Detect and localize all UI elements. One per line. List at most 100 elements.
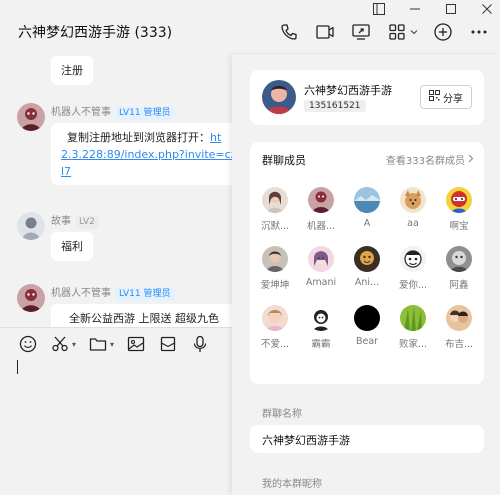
group-name-field[interactable]: 六神梦幻西游手游 bbox=[250, 425, 484, 453]
avatar bbox=[400, 187, 426, 213]
my-nickname-label: 我的本群昵称 bbox=[262, 479, 322, 490]
input-toolbar: ▾ ▾ bbox=[18, 334, 210, 354]
group-avatar[interactable] bbox=[262, 80, 296, 114]
sender-line: 故事 LV2 bbox=[51, 212, 99, 229]
member-item[interactable]: 机器... bbox=[300, 187, 342, 232]
video-icon[interactable] bbox=[314, 22, 336, 42]
avatar bbox=[262, 305, 288, 331]
group-name: 六神梦幻西游手游 bbox=[304, 84, 392, 97]
member-name: 爱你... bbox=[398, 280, 428, 291]
member-name: Amani bbox=[305, 277, 337, 288]
sender-name: 机器人不管事 bbox=[51, 107, 111, 118]
avatar bbox=[400, 305, 426, 331]
avatar bbox=[354, 246, 380, 272]
avatar bbox=[308, 246, 334, 272]
sender-name: 故事 bbox=[51, 216, 71, 227]
chevron-down-icon[interactable]: ▾ bbox=[72, 340, 76, 349]
message-bubble[interactable]: 注册 bbox=[51, 56, 93, 85]
avatar bbox=[446, 305, 472, 331]
message-input-area[interactable]: ▾ ▾ bbox=[0, 327, 232, 495]
scissors-icon[interactable] bbox=[50, 334, 70, 354]
member-name: aa bbox=[407, 218, 419, 229]
chevron-down-icon[interactable] bbox=[410, 22, 418, 42]
role-badge: LV11 管理员 bbox=[115, 107, 175, 120]
member-name: 啊宝 bbox=[449, 221, 469, 232]
member-item[interactable]: 布吉... bbox=[438, 305, 480, 350]
emoji-icon[interactable] bbox=[18, 334, 38, 354]
member-item[interactable]: 败家... bbox=[392, 305, 434, 350]
message-link[interactable]: ht bbox=[210, 131, 221, 144]
member-item[interactable]: aa bbox=[392, 187, 434, 232]
member-item[interactable]: 啊宝 bbox=[438, 187, 480, 232]
member-item[interactable]: 不爱... bbox=[254, 305, 296, 350]
message-link[interactable]: l7 bbox=[61, 165, 71, 178]
share-button[interactable]: 分享 bbox=[420, 85, 472, 109]
message-text: 复制注册地址到浏览器打开： bbox=[67, 131, 210, 144]
avatar bbox=[354, 187, 380, 213]
apps-icon[interactable] bbox=[386, 22, 408, 42]
group-header-card: 六神梦幻西游手游 135161521 分享 bbox=[250, 70, 484, 125]
member-item[interactable]: 沉默... bbox=[254, 187, 296, 232]
text-cursor bbox=[17, 360, 18, 374]
member-item[interactable]: 霸霸 bbox=[300, 305, 342, 350]
message-list[interactable]: 注册 机器人不管事 LV11 管理员 复制注册地址到浏览器打开：ht 2.3.22… bbox=[0, 55, 232, 327]
maximize-icon[interactable] bbox=[444, 2, 458, 16]
qr-code-icon bbox=[429, 90, 440, 104]
message-text: 全新公益西游 上限送 超级九色 bbox=[69, 312, 219, 325]
phone-icon[interactable] bbox=[278, 22, 300, 42]
avatar bbox=[446, 187, 472, 213]
avatar bbox=[262, 187, 288, 213]
member-item[interactable]: Bear bbox=[346, 305, 388, 350]
screen-share-icon[interactable] bbox=[350, 22, 372, 42]
title-bar: 六神梦幻西游手游 (333) bbox=[0, 0, 500, 55]
member-name: 沉默... bbox=[260, 221, 290, 232]
members-card: 群聊成员 查看333名群成员 沉默... 机器... A aa 啊宝 爱坤坤 A… bbox=[250, 142, 484, 384]
member-item[interactable]: Amani bbox=[300, 246, 342, 291]
message-bubble[interactable]: 复制注册地址到浏览器打开：ht 2.3.228:89/index.php?inv… bbox=[51, 123, 232, 185]
view-all-label: 查看333名群成员 bbox=[385, 156, 465, 167]
members-grid: 沉默... 机器... A aa 啊宝 爱坤坤 Amani Ani... 爱你.… bbox=[254, 187, 480, 350]
avatar bbox=[308, 187, 334, 213]
avatar bbox=[446, 246, 472, 272]
view-all-members-link[interactable]: 查看333名群成员 bbox=[386, 152, 474, 167]
more-icon[interactable] bbox=[468, 22, 490, 42]
image-icon[interactable] bbox=[126, 334, 146, 354]
member-name: 布吉... bbox=[444, 339, 474, 350]
sender-line: 机器人不管事 LV11 管理员 bbox=[51, 103, 175, 120]
chevron-down-icon[interactable]: ▾ bbox=[110, 340, 114, 349]
minimize-icon[interactable] bbox=[408, 2, 422, 16]
member-item[interactable]: 阿鑫 bbox=[438, 246, 480, 291]
avatar[interactable] bbox=[17, 284, 45, 312]
group-id: 135161521 bbox=[304, 100, 366, 112]
role-badge: LV11 管理员 bbox=[115, 288, 175, 301]
avatar bbox=[400, 246, 426, 272]
message-bubble[interactable]: 全新公益西游 上限送 超级九色 bbox=[51, 304, 232, 327]
sidebar-toggle-icon[interactable] bbox=[372, 2, 386, 16]
member-name: A bbox=[363, 218, 371, 229]
add-icon[interactable] bbox=[432, 22, 454, 42]
group-name-value: 六神梦幻西游手游 bbox=[262, 434, 350, 447]
avatar bbox=[262, 246, 288, 272]
sender-name: 机器人不管事 bbox=[51, 288, 111, 299]
member-item[interactable]: 爱你... bbox=[392, 246, 434, 291]
member-item[interactable]: 爱坤坤 bbox=[254, 246, 296, 291]
chat-toolbar bbox=[278, 22, 490, 42]
avatar[interactable] bbox=[17, 103, 45, 131]
member-name: Bear bbox=[355, 336, 379, 347]
level-badge: LV2 bbox=[75, 216, 99, 229]
avatar[interactable] bbox=[17, 212, 45, 240]
message-bubble[interactable]: 福利 bbox=[51, 232, 93, 261]
close-icon[interactable] bbox=[480, 2, 494, 16]
group-info-panel: 六神梦幻西游手游 135161521 分享 群聊成员 查看333名群成员 沉默.… bbox=[232, 55, 500, 495]
microphone-icon[interactable] bbox=[190, 334, 210, 354]
member-item[interactable]: A bbox=[346, 187, 388, 232]
members-title: 群聊成员 bbox=[262, 154, 306, 167]
mail-icon[interactable] bbox=[158, 334, 178, 354]
message-link[interactable]: 2.3.228:89/index.php?invite=cz bbox=[61, 148, 232, 161]
member-name: 败家... bbox=[398, 339, 428, 350]
member-item[interactable]: Ani... bbox=[346, 246, 388, 291]
member-name: 阿鑫 bbox=[449, 280, 469, 291]
chat-title: 六神梦幻西游手游 (333) bbox=[18, 25, 173, 41]
member-name: 霸霸 bbox=[311, 339, 331, 350]
folder-icon[interactable] bbox=[88, 334, 108, 354]
